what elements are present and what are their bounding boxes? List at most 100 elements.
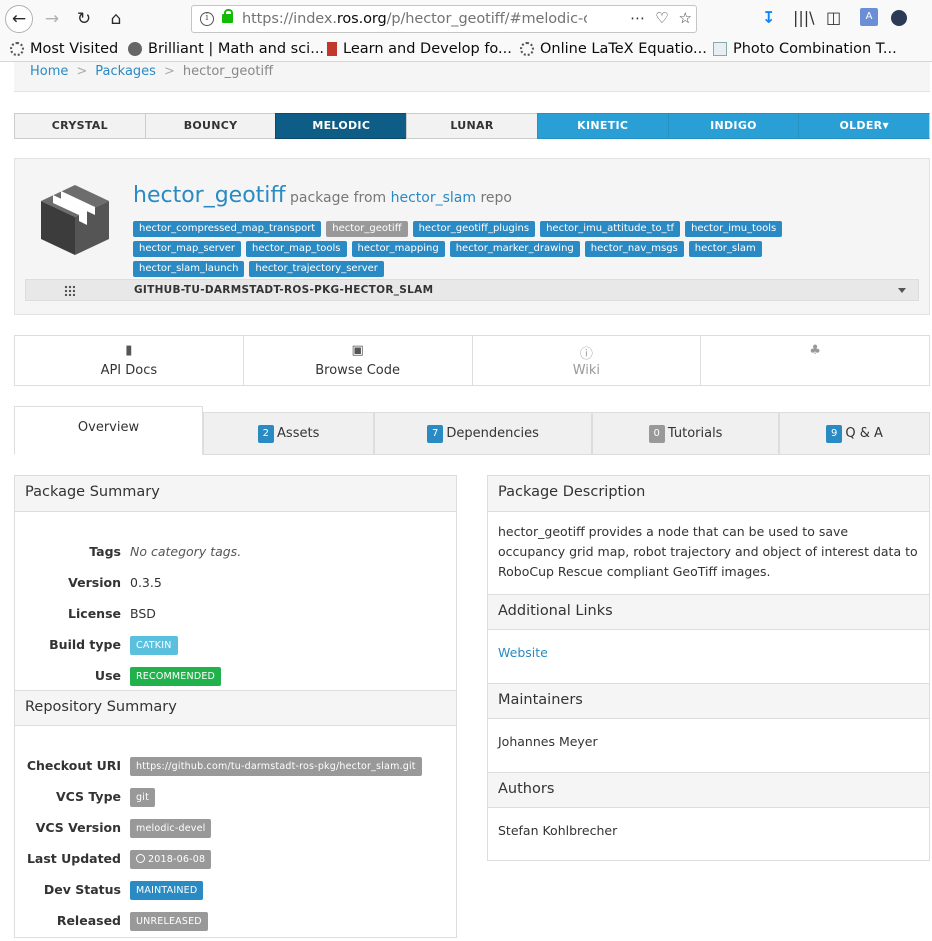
info-icon[interactable]: i (200, 12, 214, 26)
vcs-type-value: git (130, 788, 155, 807)
package-header: hector_geotiff package from hector_slam … (14, 158, 930, 315)
vcs-version-row: VCS Version melodic-devel (15, 819, 456, 840)
back-arrow-icon[interactable]: ← (5, 5, 33, 33)
bookmark-learn[interactable]: Learn and Develop fo... (327, 41, 512, 57)
maintainers-title: Maintainers (488, 683, 929, 719)
maintainer-name: Johannes Meyer (498, 734, 598, 749)
package-description-panel: Package Description hector_geotiff provi… (487, 475, 930, 861)
website-link[interactable]: Website (498, 645, 548, 660)
lock-icon (222, 9, 233, 23)
tags-row: Tags No category tags. (89, 544, 242, 559)
grid-icon (64, 285, 75, 296)
authors-title: Authors (488, 772, 929, 808)
bookmark-brilliant[interactable]: Brilliant | Math and sci... (128, 41, 324, 57)
package-tag[interactable]: hector_slam (688, 241, 762, 257)
package-tag[interactable]: hector_imu_tools (685, 221, 783, 237)
page-content: Home > Packages > hector_geotiff CRYSTAL BOU… (0, 62, 932, 941)
package-title: hector_geotiff package from hector_slam … (133, 183, 512, 208)
wiki-link[interactable]: ⓘ Wiki (473, 336, 702, 385)
tab-assets[interactable]: 2 Assets (203, 412, 374, 454)
pocket-icon[interactable]: ♡ (655, 9, 668, 27)
bookmark-site-icon (327, 42, 337, 56)
clock-icon (136, 854, 145, 863)
released-row: Released UNRELEASED (15, 912, 456, 933)
distro-selector: CRYSTAL BOUNCY MELODIC LUNAR KINETIC IND… (14, 113, 931, 139)
package-description-title: Package Description (488, 476, 929, 512)
bookmark-photo[interactable]: Photo Combination T... (713, 41, 897, 57)
library-icon[interactable]: |||\ (793, 8, 815, 27)
bookmark-most-visited[interactable]: Most Visited (10, 41, 118, 57)
vcs-type-row: VCS Type git (15, 788, 456, 809)
url-bar[interactable]: i https://index.ros.org/p/hector_geotiff… (191, 5, 697, 33)
folder-open-icon: ▣ (351, 343, 364, 358)
additional-links-title: Additional Links (488, 594, 929, 630)
distro-crystal[interactable]: CRYSTAL (14, 113, 145, 139)
image-icon (713, 42, 727, 56)
use-label: RECOMMENDED (130, 667, 222, 686)
released-value: UNRELEASED (130, 912, 208, 931)
gear-icon (520, 42, 534, 56)
vcs-version-value: melodic-devel (130, 819, 212, 838)
browser-toolbar: ← → ↻ ⌂ i https://index.ros.org/p/hector… (0, 0, 932, 38)
breadcrumb-packages[interactable]: Packages (95, 64, 156, 79)
breadcrumb-current: hector_geotiff (182, 64, 274, 79)
info-circle-icon: ⓘ (579, 347, 593, 362)
repo-link[interactable]: hector_slam (391, 190, 476, 206)
package-tag[interactable]: hector_marker_drawing (449, 241, 580, 257)
version-row: Version 0.3.5 (68, 575, 162, 590)
qa-count-badge: 9 (826, 425, 843, 443)
package-tag[interactable]: hector_compressed_map_transport (133, 221, 322, 237)
forward-arrow-icon[interactable]: → (38, 5, 66, 33)
license-row: License BSD (68, 606, 156, 621)
tab-dependencies[interactable]: 7 Dependencies (374, 412, 592, 454)
package-tag[interactable]: hector_map_tools (246, 241, 347, 257)
package-tag[interactable]: hector_geotiff_plugins (412, 221, 536, 237)
distro-kinetic[interactable]: KINETIC (536, 113, 668, 139)
reload-icon[interactable]: ↻ (70, 5, 98, 33)
distro-older[interactable]: OLDER▼ (798, 113, 931, 139)
tree-icon: ♣ (809, 343, 821, 358)
tab-tutorials[interactable]: 0 Tutorials (592, 412, 779, 454)
doc-links: ▮ API Docs ▣ Browse Code ⓘ Wiki ♣ (14, 335, 930, 386)
package-tag[interactable]: hector_map_server (133, 241, 242, 257)
extension-icon[interactable] (891, 10, 907, 26)
package-tag[interactable]: hector_mapping (351, 241, 445, 257)
tree-link[interactable]: ♣ (701, 336, 929, 385)
package-tag[interactable]: hector_trajectory_server (249, 261, 384, 277)
package-summary-title: Package Summary (15, 476, 456, 512)
translate-icon[interactable]: A (860, 8, 878, 26)
distro-indigo[interactable]: INDIGO (667, 113, 799, 139)
tab-qa[interactable]: 9Q & A (779, 412, 930, 454)
api-docs-link[interactable]: ▮ API Docs (15, 336, 244, 385)
package-tag[interactable]: hector_slam_launch (133, 261, 245, 277)
repo-dropdown-label: GITHUB-TU-DARMSTADT-ROS-PKG-HECTOR_SLAM (134, 284, 434, 296)
browse-code-link[interactable]: ▣ Browse Code (244, 336, 473, 385)
tutorials-count-badge: 0 (648, 425, 665, 443)
distro-bouncy[interactable]: BOUNCY (144, 113, 276, 139)
download-icon[interactable]: ↧ (762, 8, 775, 27)
package-tag[interactable]: hector_imu_attitude_to_tf (540, 221, 681, 237)
dev-status-row: Dev Status MAINTAINED (15, 881, 456, 902)
last-updated-value: 2018-06-08 (130, 850, 212, 869)
use-row: Use RECOMMENDED (15, 667, 456, 688)
package-name: hector_geotiff (133, 183, 286, 208)
distro-lunar[interactable]: LUNAR (406, 113, 537, 139)
sidebar-icon[interactable]: ◫ (826, 8, 841, 27)
build-type-row: Build type CATKIN (15, 636, 456, 657)
bookmark-latex[interactable]: Online LaTeX Equatio... (520, 41, 707, 57)
package-tag[interactable]: hector_geotiff (326, 221, 408, 237)
breadcrumb-home[interactable]: Home (30, 64, 68, 79)
build-type-label: CATKIN (130, 636, 178, 655)
dev-status-value: MAINTAINED (130, 881, 204, 900)
checkout-uri-value[interactable]: https://github.com/tu-darmstadt-ros-pkg/… (130, 757, 422, 776)
url-text[interactable]: https://index.ros.org/p/hector_geotiff/#… (242, 11, 587, 27)
bookmark-star-icon[interactable]: ☆ (679, 9, 692, 27)
caret-down-icon (898, 288, 906, 293)
tab-overview[interactable]: Overview (14, 406, 203, 455)
home-icon[interactable]: ⌂ (102, 5, 130, 33)
package-tag[interactable]: hector_nav_msgs (584, 241, 684, 257)
file-icon: ▮ (125, 343, 133, 358)
page-actions-icon[interactable]: ⋯ (630, 9, 645, 27)
repo-dropdown[interactable]: GITHUB-TU-DARMSTADT-ROS-PKG-HECTOR_SLAM (25, 279, 919, 301)
distro-melodic[interactable]: MELODIC (275, 113, 407, 139)
